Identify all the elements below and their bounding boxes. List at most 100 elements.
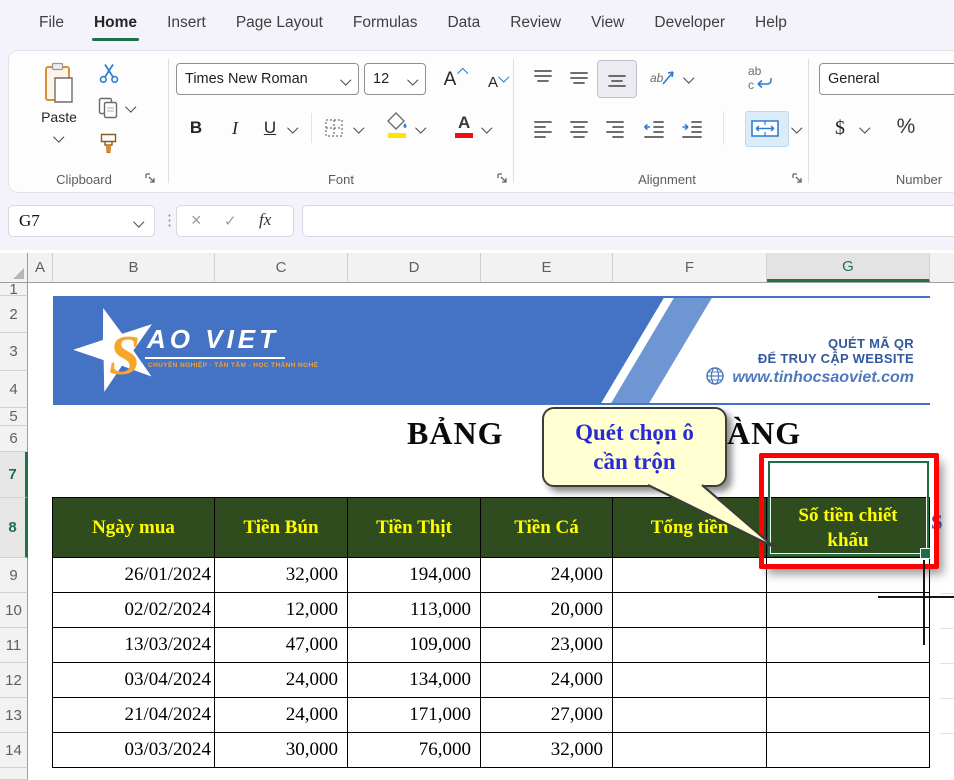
- cell-e9[interactable]: 24,000: [481, 558, 613, 593]
- tab-help[interactable]: Help: [740, 0, 802, 45]
- cell-g13[interactable]: [767, 698, 930, 733]
- row-header-2[interactable]: 2: [0, 296, 28, 333]
- tab-insert[interactable]: Insert: [152, 0, 221, 45]
- column-header-a[interactable]: A: [28, 253, 53, 282]
- middle-align-button[interactable]: [565, 64, 593, 92]
- cell-b12[interactable]: 03/04/2024: [53, 663, 215, 698]
- row-header-11[interactable]: 11: [0, 628, 28, 663]
- select-all-corner[interactable]: [0, 253, 28, 282]
- cell-g11[interactable]: [767, 628, 930, 663]
- header-tong-tien[interactable]: Tổng tiền: [613, 498, 767, 558]
- paste-dropdown-chevron[interactable]: [53, 131, 64, 142]
- paste-label[interactable]: Paste: [29, 109, 89, 125]
- row-header-4[interactable]: 4: [0, 371, 28, 408]
- cell-d13[interactable]: 171,000: [348, 698, 481, 733]
- tab-home[interactable]: Home: [79, 0, 152, 45]
- name-box[interactable]: G7: [8, 205, 155, 237]
- increase-indent-button[interactable]: [677, 115, 707, 143]
- borders-button[interactable]: [321, 115, 347, 141]
- column-header-e[interactable]: E: [481, 253, 613, 282]
- row-header-1[interactable]: 1: [0, 283, 28, 296]
- row-header-6[interactable]: 6: [0, 426, 28, 452]
- cell-g12[interactable]: [767, 663, 930, 698]
- column-header-d[interactable]: D: [348, 253, 481, 282]
- row-header-14[interactable]: 14: [0, 733, 28, 768]
- cell-g10[interactable]: [767, 593, 930, 628]
- clipboard-dialog-launcher[interactable]: [144, 172, 157, 190]
- cell-f14[interactable]: [613, 733, 767, 768]
- paste-button[interactable]: [39, 61, 77, 107]
- row-header-15-partial[interactable]: [0, 768, 28, 780]
- fill-color-dropdown-chevron[interactable]: [415, 122, 426, 133]
- font-size-combo[interactable]: 12: [364, 63, 426, 95]
- font-color-dropdown-chevron[interactable]: [481, 122, 492, 133]
- align-left-button[interactable]: [529, 115, 557, 143]
- shrink-font-button[interactable]: A: [479, 69, 507, 95]
- formula-bar-grip-icon[interactable]: ⋮: [162, 211, 177, 229]
- cell-f12[interactable]: [613, 663, 767, 698]
- cell-b11[interactable]: 13/03/2024: [53, 628, 215, 663]
- tab-review[interactable]: Review: [495, 0, 576, 45]
- header-tien-thit[interactable]: Tiền Thịt: [348, 498, 481, 558]
- copy-button[interactable]: [95, 95, 121, 121]
- cell-d12[interactable]: 134,000: [348, 663, 481, 698]
- merge-center-button[interactable]: [745, 111, 789, 147]
- column-header-c[interactable]: C: [215, 253, 348, 282]
- cell-d9[interactable]: 194,000: [348, 558, 481, 593]
- bold-button[interactable]: B: [183, 113, 209, 143]
- wrap-text-button[interactable]: ab c: [745, 62, 775, 94]
- row-header-5[interactable]: 5: [0, 408, 28, 426]
- orientation-dropdown-chevron[interactable]: [683, 72, 694, 83]
- cell-d11[interactable]: 109,000: [348, 628, 481, 663]
- cell-e11[interactable]: 23,000: [481, 628, 613, 663]
- decrease-indent-button[interactable]: [639, 115, 669, 143]
- row-header-7[interactable]: 7: [0, 452, 28, 498]
- font-color-button[interactable]: A: [451, 111, 477, 141]
- cell-g14[interactable]: [767, 733, 930, 768]
- percent-style-button[interactable]: %: [891, 111, 921, 143]
- row-header-9[interactable]: 9: [0, 558, 28, 593]
- row-header-10[interactable]: 10: [0, 593, 28, 628]
- enter-icon[interactable]: ✓: [224, 212, 237, 230]
- header-ngay-mua[interactable]: Ngày mua: [53, 498, 215, 558]
- tab-page-layout[interactable]: Page Layout: [221, 0, 338, 45]
- header-tien-bun[interactable]: Tiền Bún: [215, 498, 348, 558]
- column-header-b[interactable]: B: [53, 253, 215, 282]
- tab-developer[interactable]: Developer: [639, 0, 740, 45]
- cell-c12[interactable]: 24,000: [215, 663, 348, 698]
- tab-data[interactable]: Data: [432, 0, 495, 45]
- formula-input[interactable]: [302, 205, 954, 237]
- underline-dropdown-chevron[interactable]: [287, 122, 298, 133]
- orientation-button[interactable]: ab: [647, 64, 677, 92]
- column-header-f[interactable]: F: [613, 253, 767, 282]
- row-header-13[interactable]: 13: [0, 698, 28, 733]
- align-right-button[interactable]: [601, 115, 629, 143]
- cell-e10[interactable]: 20,000: [481, 593, 613, 628]
- column-header-g[interactable]: G: [767, 253, 930, 282]
- cell-b13[interactable]: 21/04/2024: [53, 698, 215, 733]
- cell-e12[interactable]: 24,000: [481, 663, 613, 698]
- align-center-button[interactable]: [565, 115, 593, 143]
- cancel-icon[interactable]: ×: [191, 210, 202, 231]
- row-header-8[interactable]: 8: [0, 498, 28, 558]
- cell-c14[interactable]: 30,000: [215, 733, 348, 768]
- accounting-format-button[interactable]: $: [827, 113, 853, 143]
- font-dialog-launcher[interactable]: [496, 172, 509, 190]
- cell-f11[interactable]: [613, 628, 767, 663]
- top-align-button[interactable]: [529, 64, 557, 92]
- accounting-dropdown-chevron[interactable]: [859, 122, 870, 133]
- underline-button[interactable]: U: [257, 113, 283, 143]
- cut-button[interactable]: [97, 61, 121, 85]
- cell-f9[interactable]: [613, 558, 767, 593]
- insert-function-icon[interactable]: fx: [259, 210, 271, 230]
- copy-dropdown-chevron[interactable]: [125, 101, 136, 112]
- column-header-h-partial[interactable]: [930, 253, 954, 282]
- grow-font-button[interactable]: A: [435, 65, 465, 95]
- tab-formulas[interactable]: Formulas: [338, 0, 433, 45]
- cell-b10[interactable]: 02/02/2024: [53, 593, 215, 628]
- borders-dropdown-chevron[interactable]: [353, 122, 364, 133]
- cell-c9[interactable]: 32,000: [215, 558, 348, 593]
- alignment-dialog-launcher[interactable]: [791, 172, 804, 190]
- cell-d14[interactable]: 76,000: [348, 733, 481, 768]
- cell-c13[interactable]: 24,000: [215, 698, 348, 733]
